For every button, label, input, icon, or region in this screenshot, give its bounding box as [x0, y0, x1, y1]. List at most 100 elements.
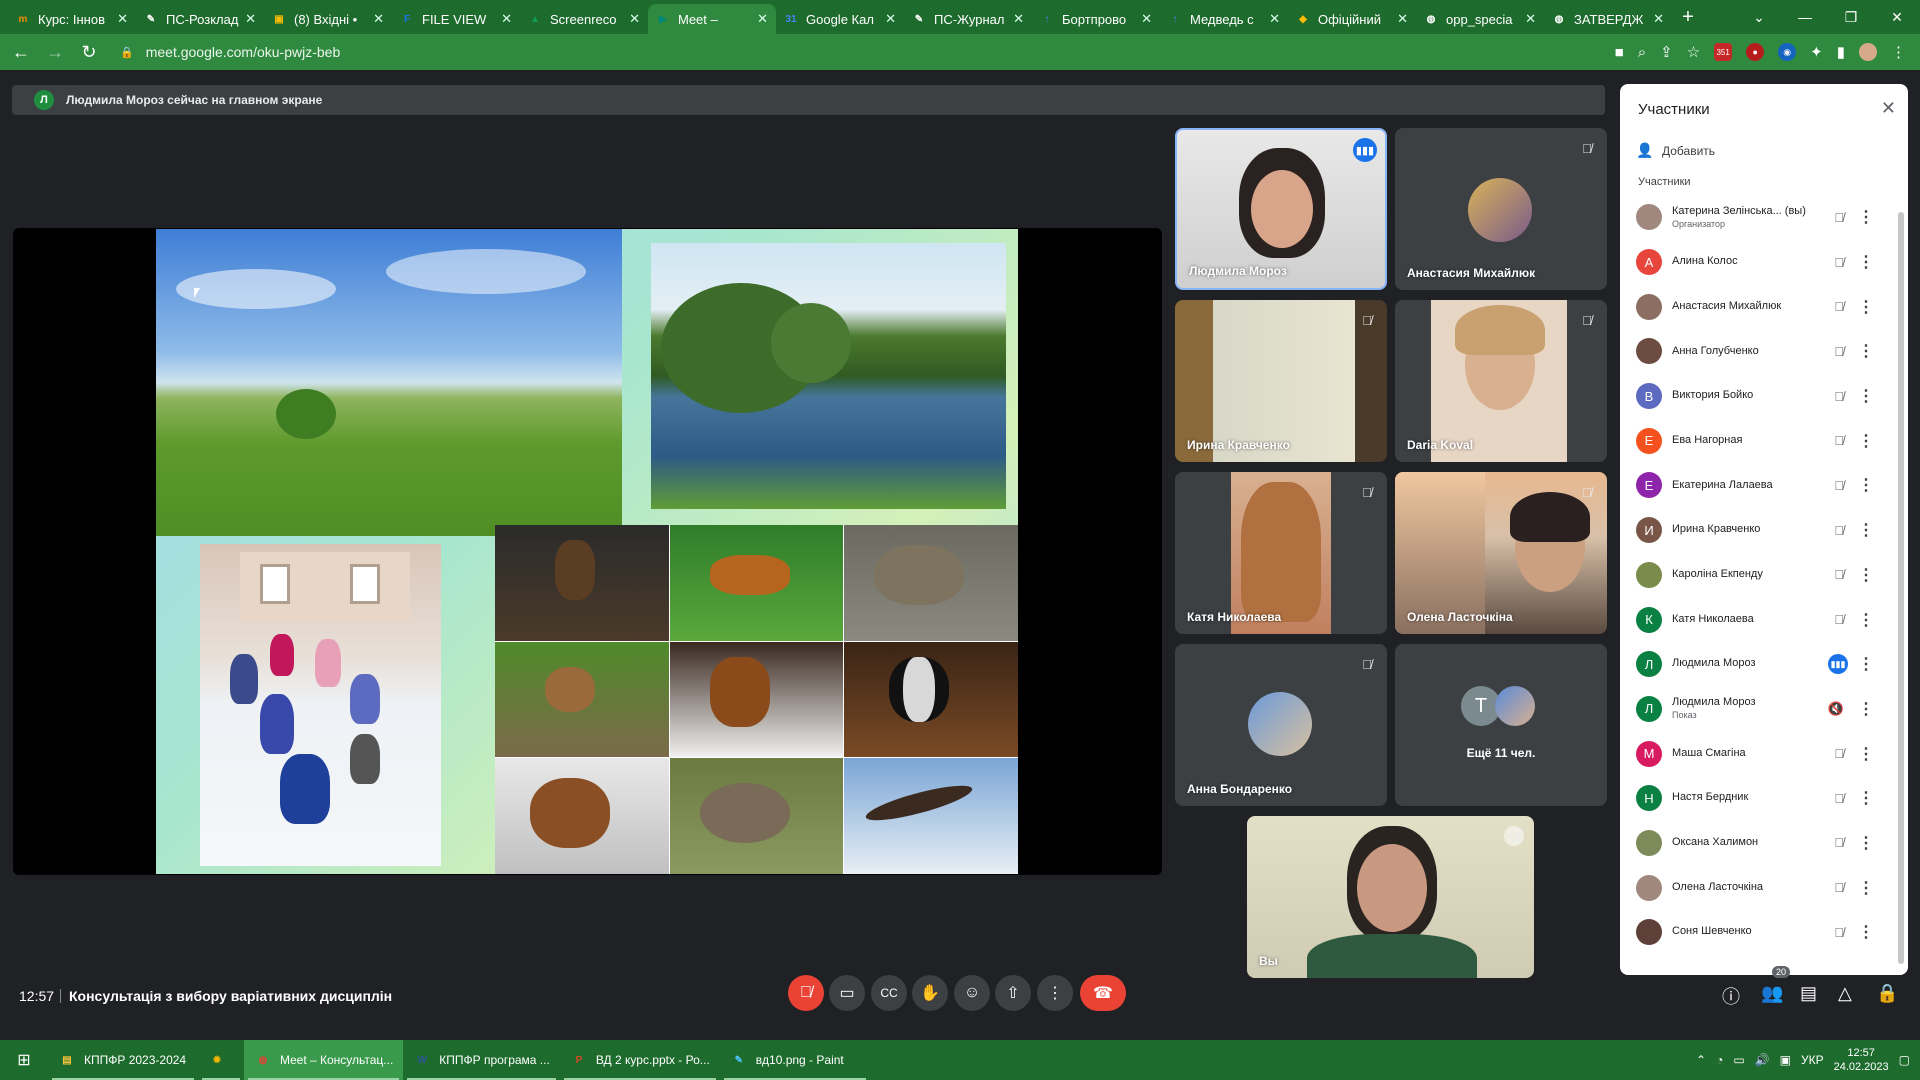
mic-off-icon[interactable]: 🎙̸: [1834, 255, 1844, 270]
participant-more-icon[interactable]: ⋮: [1858, 699, 1874, 719]
tile-daria[interactable]: 🎙̸ Daria Koval: [1395, 300, 1607, 462]
participant-row[interactable]: В Виктория Бойко 🎙̸ ⋮: [1620, 374, 1908, 419]
start-button[interactable]: ⊞: [0, 1040, 48, 1080]
mic-off-icon[interactable]: 🎙̸: [1834, 791, 1844, 806]
panel-scrollbar[interactable]: [1898, 212, 1904, 964]
more-options-button[interactable]: ⋮: [1037, 975, 1073, 1011]
participant-more-icon[interactable]: ⋮: [1858, 565, 1874, 585]
zoom-icon[interactable]: ⌕: [1638, 44, 1646, 61]
participant-row[interactable]: А Алина Колос 🎙̸ ⋮: [1620, 240, 1908, 285]
mic-off-icon[interactable]: 🎙̸: [1834, 344, 1844, 359]
browser-tab[interactable]: ◆ Офіційний ✕: [1288, 4, 1416, 34]
close-panel-button[interactable]: ✕: [1881, 98, 1896, 119]
mic-off-icon[interactable]: 🎙̸: [1834, 880, 1844, 895]
participant-more-icon[interactable]: ⋮: [1858, 520, 1874, 540]
participant-more-icon[interactable]: ⋮: [1858, 610, 1874, 630]
speaking-indicator-icon[interactable]: ▮▮▮: [1828, 654, 1848, 675]
tab-close-icon[interactable]: ✕: [117, 11, 128, 27]
participant-more-icon[interactable]: ⋮: [1858, 744, 1874, 764]
language-indicator[interactable]: УКР: [1801, 1053, 1824, 1067]
participant-row[interactable]: М Маша Смагіна 🎙̸ ⋮: [1620, 731, 1908, 776]
browser-tab[interactable]: ▲ Screenreco ✕: [520, 4, 648, 34]
tab-close-icon[interactable]: ✕: [245, 11, 256, 27]
chat-icon[interactable]: ▤: [1800, 983, 1817, 1004]
participant-more-icon[interactable]: ⋮: [1858, 341, 1874, 361]
mic-off-icon[interactable]: 🎙̸: [1834, 433, 1844, 448]
tab-close-icon[interactable]: ✕: [757, 11, 768, 27]
power-icon[interactable]: ▭: [1733, 1053, 1744, 1067]
participant-row[interactable]: К Катя Николаева 🎙̸ ⋮: [1620, 597, 1908, 642]
reload-button[interactable]: ↻: [72, 42, 106, 63]
participant-more-icon[interactable]: ⋮: [1858, 252, 1874, 272]
side-panel-icon[interactable]: ▮: [1837, 43, 1845, 61]
browser-tab[interactable]: ▶ Meet – ✕: [648, 4, 776, 34]
taskbar-app[interactable]: ▤ КППФР 2023-2024: [48, 1040, 198, 1080]
tile-anna[interactable]: 🎙̸ Анна Бондаренко: [1175, 644, 1387, 806]
tab-close-icon[interactable]: ✕: [501, 11, 512, 27]
participant-more-icon[interactable]: ⋮: [1858, 788, 1874, 808]
participant-more-icon[interactable]: ⋮: [1858, 431, 1874, 451]
volume-icon[interactable]: 🔊: [1755, 1053, 1770, 1067]
activities-icon[interactable]: △: [1838, 983, 1852, 1004]
extension-red-icon[interactable]: ●: [1746, 43, 1765, 61]
participant-row[interactable]: Л Людмила Мороз ▮▮▮ ⋮: [1620, 642, 1908, 687]
mic-off-icon[interactable]: 🎙̸: [1834, 746, 1844, 761]
camera-toggle-button[interactable]: ▭: [829, 975, 865, 1011]
participant-more-icon[interactable]: ⋮: [1858, 386, 1874, 406]
minimize-button[interactable]: —: [1782, 9, 1828, 25]
taskbar-app[interactable]: P ВД 2 курс.pptx - Ро...: [560, 1040, 720, 1080]
mic-off-icon[interactable]: 🎙̸: [1834, 612, 1844, 627]
participant-row[interactable]: Н Настя Бердник 🎙̸ ⋮: [1620, 776, 1908, 821]
leave-call-button[interactable]: ☎: [1080, 975, 1126, 1011]
raise-hand-button[interactable]: ✋: [912, 975, 948, 1011]
tray-chevron-icon[interactable]: ⌃: [1696, 1053, 1706, 1067]
tile-self[interactable]: 🎙̸ Вы: [1247, 816, 1534, 978]
address-bar[interactable]: 🔒 meet.google.com/oku-pwjz-beb: [120, 44, 340, 60]
mic-off-icon[interactable]: 🎙̸: [1834, 299, 1844, 314]
browser-tab[interactable]: ✎ ПС-Розклад ✕: [136, 4, 264, 34]
participant-row[interactable]: Кароліна Екпенду 🎙̸ ⋮: [1620, 553, 1908, 598]
extension-badge-icon[interactable]: 351: [1714, 43, 1733, 61]
tab-close-icon[interactable]: ✕: [1013, 11, 1024, 27]
new-tab-button[interactable]: +: [1672, 6, 1704, 29]
tile-olena[interactable]: 🎙̸ Олена Ласточкіна: [1395, 472, 1607, 634]
participant-row[interactable]: Анна Голубченко 🎙̸ ⋮: [1620, 329, 1908, 374]
present-screen-button[interactable]: ⇧: [995, 975, 1031, 1011]
mic-off-icon[interactable]: 🎙̸: [1834, 925, 1844, 940]
tab-close-icon[interactable]: ✕: [373, 11, 384, 27]
forward-button[interactable]: →: [38, 42, 72, 63]
notifications-icon[interactable]: ▢: [1899, 1053, 1910, 1067]
participant-more-icon[interactable]: ⋮: [1858, 922, 1874, 942]
participant-more-icon[interactable]: ⋮: [1858, 207, 1874, 227]
taskbar-clock[interactable]: 12:57 24.02.2023: [1834, 1046, 1889, 1075]
extension-blue-icon[interactable]: ◉: [1778, 43, 1797, 61]
browser-tab[interactable]: ↑ Медведь с ✕: [1160, 4, 1288, 34]
participant-row[interactable]: Л Людмила Мороз Показ 🔇 ⋮: [1620, 687, 1908, 732]
reactions-button[interactable]: ☺: [954, 975, 990, 1011]
tab-close-icon[interactable]: ✕: [1141, 11, 1152, 27]
participant-row[interactable]: Олена Ласточкіна 🎙̸ ⋮: [1620, 865, 1908, 910]
network-icon[interactable]: ◔: [1716, 1053, 1723, 1067]
people-icon[interactable]: 👥: [1761, 983, 1783, 1004]
participant-more-icon[interactable]: ⋮: [1858, 654, 1874, 674]
browser-tab[interactable]: 31 Google Кал ✕: [776, 4, 904, 34]
captions-button[interactable]: CC: [871, 975, 907, 1011]
tab-close-icon[interactable]: ✕: [1525, 11, 1536, 27]
mic-off-icon[interactable]: 🎙̸: [1834, 523, 1844, 538]
tile-anastasia[interactable]: 🎙̸ Анастасия Михайлюк: [1395, 128, 1607, 290]
participant-row[interactable]: Оксана Халимон 🎙̸ ⋮: [1620, 821, 1908, 866]
extensions-puzzle-icon[interactable]: ✦: [1810, 43, 1823, 61]
taskbar-app[interactable]: ✎ вд10.png - Paint: [720, 1040, 870, 1080]
browser-tab[interactable]: ◍ opp_specia ✕: [1416, 4, 1544, 34]
browser-tab[interactable]: ▣ (8) Вхідні • ✕: [264, 4, 392, 34]
browser-tab[interactable]: F FILE VIEW ✕: [392, 4, 520, 34]
participant-row[interactable]: Катерина Зелінська... (вы) Организатор 🎙̸ ⋮: [1620, 195, 1908, 240]
participant-more-icon[interactable]: ⋮: [1858, 878, 1874, 898]
tab-search-icon[interactable]: ⌄: [1736, 9, 1782, 26]
taskbar-app[interactable]: W КППФР програма ...: [403, 1040, 560, 1080]
mic-off-icon[interactable]: 🎙̸: [1834, 389, 1844, 404]
participant-row[interactable]: Е Ева Нагорная 🎙̸ ⋮: [1620, 418, 1908, 463]
browser-tab[interactable]: m Курс: Іннов ✕: [8, 4, 136, 34]
tab-close-icon[interactable]: ✕: [629, 11, 640, 27]
participant-row[interactable]: Е Екатерина Лалаева 🎙̸ ⋮: [1620, 463, 1908, 508]
